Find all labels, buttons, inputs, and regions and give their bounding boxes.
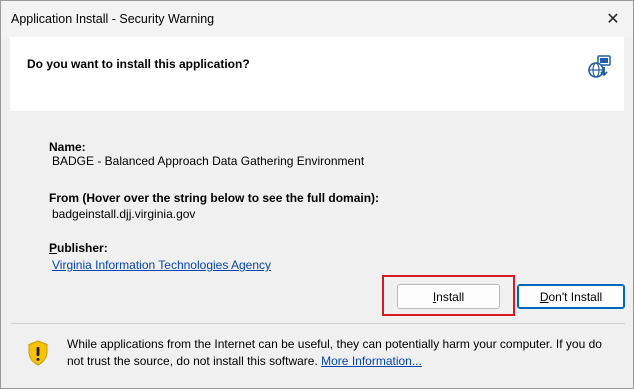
globe-install-icon [588, 55, 611, 78]
install-question: Do you want to install this application? [27, 57, 250, 71]
publisher-label: Publisher: [49, 241, 108, 255]
from-label: From (Hover over the string below to see… [49, 191, 380, 205]
dont-install-button[interactable]: Don't Install [517, 284, 625, 309]
security-warning-dialog: Application Install - Security Warning ✕… [0, 0, 634, 389]
install-button-label: Install [432, 289, 465, 304]
warning-footer: While applications from the Internet can… [11, 324, 625, 378]
window-title: Application Install - Security Warning [11, 12, 215, 26]
dont-install-button-label: Don't Install [539, 289, 603, 304]
dialog-header: Do you want to install this application? [10, 37, 624, 111]
close-icon: ✕ [606, 11, 620, 28]
name-value: BADGE - Balanced Approach Data Gathering… [52, 154, 365, 168]
shield-warning-icon [28, 340, 48, 366]
from-value[interactable]: badgeinstall.djj.virginia.gov [52, 207, 195, 221]
close-button[interactable]: ✕ [593, 1, 633, 37]
name-label: Name: [49, 140, 86, 154]
publisher-link[interactable]: Virginia Information Technologies Agency [52, 258, 271, 272]
install-button[interactable]: Install [397, 284, 500, 309]
title-bar[interactable]: Application Install - Security Warning ✕ [1, 1, 633, 37]
more-information-link[interactable]: More Information... [321, 354, 422, 368]
warning-message: While applications from the Internet can… [67, 336, 615, 370]
